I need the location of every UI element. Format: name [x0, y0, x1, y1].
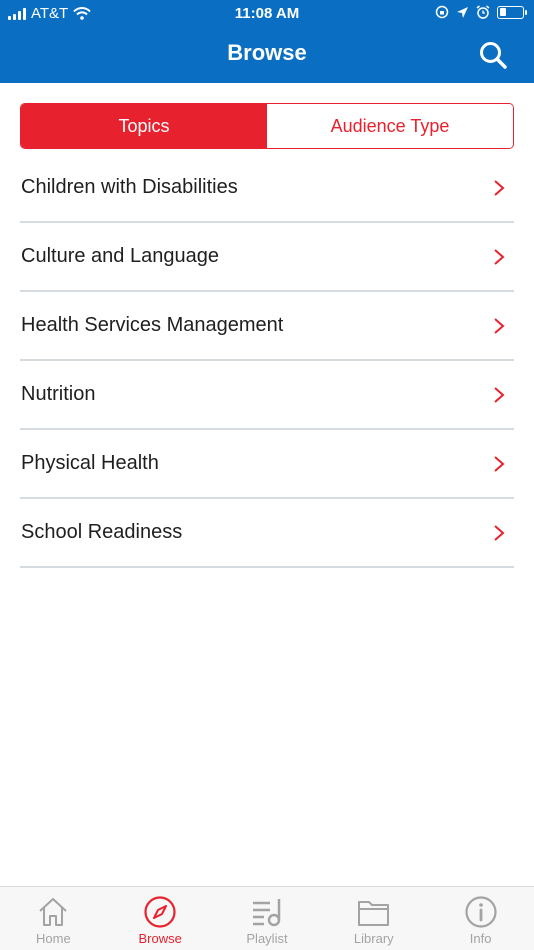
tab-label: Playlist — [246, 931, 288, 946]
list-item-label: Nutrition — [21, 383, 96, 405]
tab-home[interactable]: Home — [0, 887, 107, 950]
tab-label: Home — [36, 931, 71, 946]
segment-audience-type[interactable]: Audience Type — [267, 104, 513, 148]
battery-icon — [497, 5, 527, 19]
list-item[interactable]: Children with Disabilities — [20, 154, 514, 223]
info-icon — [464, 896, 497, 928]
battery-fill — [499, 8, 506, 16]
chevron-right-icon — [494, 386, 505, 403]
status-right — [435, 5, 527, 19]
chevron-right-icon — [494, 524, 505, 541]
location-icon — [457, 6, 468, 18]
segmented-control: Topics Audience Type — [20, 103, 514, 149]
list-item[interactable]: Culture and Language — [20, 223, 514, 292]
list-item[interactable]: School Readiness — [20, 499, 514, 568]
segment-topics[interactable]: Topics — [21, 104, 267, 148]
list-item[interactable]: Physical Health — [20, 430, 514, 499]
topic-list: Children with Disabilities Culture and L… — [20, 154, 514, 568]
folder-icon — [357, 901, 389, 926]
list-item-label: School Readiness — [21, 521, 183, 543]
orientation-lock-icon — [435, 5, 449, 19]
playlist-icon — [252, 899, 281, 927]
chevron-right-icon — [494, 248, 505, 265]
chevron-right-icon — [494, 455, 505, 472]
nav-bar: Browse — [0, 28, 534, 83]
status-bar: AT&T 11:08 AM — [0, 0, 534, 28]
search-icon[interactable] — [478, 40, 508, 70]
tab-browse[interactable]: Browse — [107, 887, 214, 950]
list-item-label: Children with Disabilities — [21, 176, 238, 198]
tab-bar: Home Browse Playlist Library Info — [0, 886, 534, 950]
list-item-label: Health Services Management — [21, 314, 284, 336]
list-item-label: Physical Health — [21, 452, 159, 474]
home-icon — [39, 898, 68, 926]
tab-playlist[interactable]: Playlist — [214, 887, 321, 950]
tab-info[interactable]: Info — [427, 887, 534, 950]
compass-icon — [144, 896, 176, 928]
chevron-right-icon — [494, 317, 505, 334]
tab-label: Info — [469, 931, 492, 946]
tab-library[interactable]: Library — [320, 887, 427, 950]
tab-label: Library — [353, 931, 394, 946]
alarm-icon — [476, 5, 490, 19]
page-title: Browse — [227, 40, 307, 65]
tab-label: Browse — [138, 931, 182, 946]
chevron-right-icon — [494, 179, 505, 196]
list-item[interactable]: Health Services Management — [20, 292, 514, 361]
list-item-label: Culture and Language — [21, 245, 219, 267]
list-item[interactable]: Nutrition — [20, 361, 514, 430]
